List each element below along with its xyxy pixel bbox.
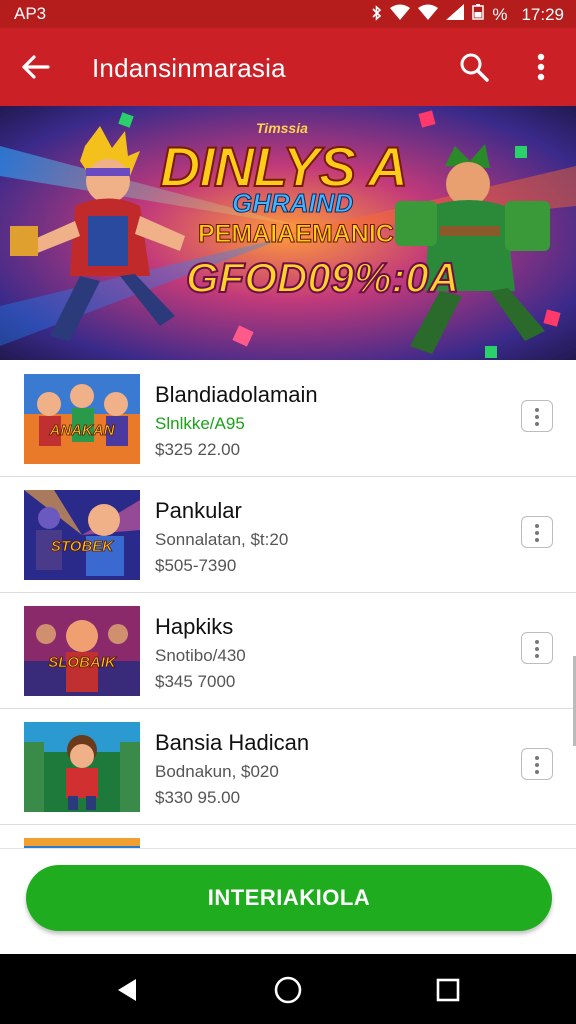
item-title: Blandiadolamain (155, 382, 318, 407)
bottom-action-area: INTERIAKIOLA (0, 848, 576, 955)
game-thumbnail: SLOBAIK (24, 606, 140, 696)
dot-icon (535, 524, 539, 528)
nav-back-button[interactable] (108, 970, 148, 1010)
dot-icon (535, 770, 539, 774)
dot-icon (535, 640, 539, 644)
game-thumbnail: STOBEK (24, 490, 140, 580)
status-icons: % 17:29 (372, 4, 564, 25)
item-subtitle: Snotibo/430 (155, 646, 246, 665)
signal-icon (446, 4, 465, 25)
clock: 17:29 (521, 4, 564, 24)
list-item[interactable] (0, 824, 576, 848)
wifi-icon (390, 4, 411, 25)
game-list: ANAKAN Blandiadolamain Slnlkke/A95 $325 … (0, 360, 576, 848)
dot-icon (535, 654, 539, 658)
dot-icon (535, 763, 539, 767)
dot-icon (535, 531, 539, 535)
system-nav-bar (0, 954, 576, 1024)
promo-banner[interactable]: Timssia DINLYS A GHRAIND PEMAIAEMANIC GF… (0, 106, 576, 360)
dot-icon (535, 415, 539, 419)
banner-subtitle1: GHRAIND (231, 188, 354, 219)
list-item[interactable]: SLOBAIK Hapkiks Snotibo/430 $345 7000 (0, 592, 576, 709)
nav-recents-button[interactable] (428, 970, 468, 1010)
item-title: Bansia Hadican (155, 730, 310, 755)
game-thumbnail: ANAKAN (24, 374, 140, 464)
bluetooth-icon (372, 5, 382, 24)
arrow-left-icon (22, 55, 50, 79)
banner-price-text: GFOD09%:0A (185, 253, 460, 302)
triangle-back-icon (118, 979, 136, 1001)
dot-icon (535, 647, 539, 651)
search-button[interactable] (457, 50, 491, 84)
battery-percent: % (492, 4, 508, 24)
thumbnail-label: SLOBAIK (48, 654, 116, 672)
item-menu-button[interactable] (521, 632, 553, 664)
app-bar: Indansinmarasia (0, 28, 576, 106)
circle-home-icon (274, 976, 302, 1004)
item-title: Hapkiks (155, 614, 234, 639)
list-item[interactable]: Bansia Hadican Bodnakun, $020 $330 95.00 (0, 708, 576, 825)
list-item[interactable]: STOBEK Pankular Sonnalatan, $t:20 $505-7… (0, 476, 576, 593)
item-title: Pankular (155, 498, 242, 523)
item-price: $325 22.00 (155, 440, 241, 459)
dot-icon (535, 538, 539, 542)
item-subtitle: Slnlkke/A95 (155, 414, 245, 433)
item-menu-button[interactable] (521, 748, 553, 780)
square-recents-icon (436, 978, 460, 1002)
dot-icon (535, 408, 539, 412)
game-thumbnail (24, 722, 140, 812)
status-bar: AP3 % 17:29 (0, 0, 576, 28)
primary-action-button[interactable]: INTERIAKIOLA (26, 865, 552, 931)
game-thumbnail (24, 838, 140, 848)
battery-icon (472, 4, 485, 25)
thumbnail-label: ANAKAN (49, 422, 115, 440)
more-vertical-icon (537, 53, 545, 81)
item-menu-button[interactable] (521, 400, 553, 432)
item-subtitle: Sonnalatan, $t:20 (155, 530, 289, 549)
banner-subtitle2: PEMAIAEMANIC (198, 220, 395, 249)
carrier-label: AP3 (14, 4, 47, 23)
more-options-button[interactable] (526, 50, 556, 84)
item-price: $345 7000 (155, 672, 236, 691)
app-title: Indansinmarasia (92, 53, 286, 83)
search-icon (460, 53, 489, 82)
dot-icon (535, 422, 539, 426)
item-price: $330 95.00 (155, 788, 241, 807)
item-price: $505-7390 (155, 556, 237, 575)
item-subtitle: Bodnakun, $020 (155, 762, 279, 781)
wifi-icon-2 (418, 4, 439, 25)
list-item[interactable]: ANAKAN Blandiadolamain Slnlkke/A95 $325 … (0, 360, 576, 477)
item-menu-button[interactable] (521, 516, 553, 548)
dot-icon (535, 756, 539, 760)
thumbnail-label: STOBEK (50, 538, 114, 556)
back-button[interactable] (18, 49, 54, 85)
nav-home-button[interactable] (268, 970, 308, 1010)
